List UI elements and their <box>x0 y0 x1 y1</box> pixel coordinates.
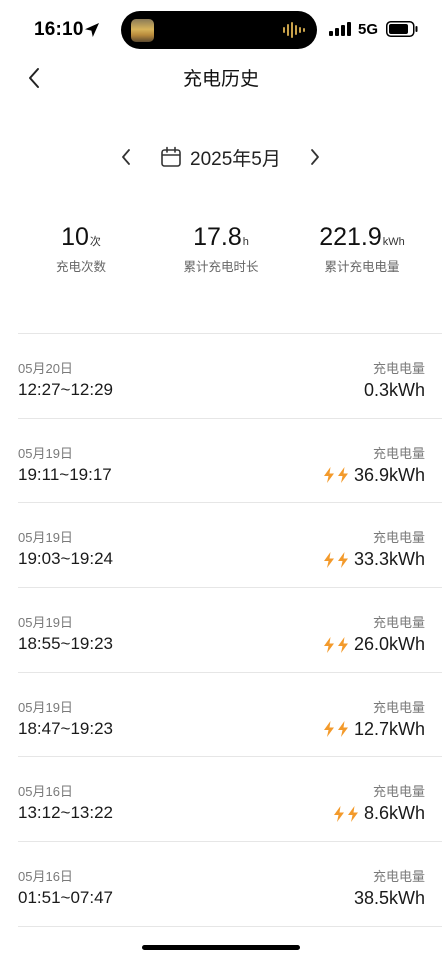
record-time-range: 19:11~19:17 <box>18 464 112 484</box>
network-type: 5G <box>358 21 379 38</box>
record-time-range: 18:47~19:23 <box>18 718 114 738</box>
stat-label: 累计充电电量 <box>324 260 400 274</box>
record-energy-value: 8.6kWh <box>363 803 425 824</box>
record-time-range: 13:12~13:22 <box>18 803 114 823</box>
fast-charge-indicator <box>323 636 349 653</box>
lightning-bolt-icon <box>337 721 348 738</box>
stat-charge-duration: 17.8h 累计充电时长 <box>151 222 291 275</box>
lightning-bolt-icon <box>337 551 348 568</box>
location-arrow-icon <box>85 23 99 37</box>
record-energy: 8.6kWh <box>333 803 425 824</box>
lightning-bolt-icon <box>347 805 358 822</box>
record-energy-value: 26.0kWh <box>353 634 425 655</box>
record-date: 05月19日 <box>18 445 73 461</box>
stat-unit: kWh <box>382 236 405 248</box>
audio-waveform-icon <box>283 22 305 38</box>
stat-value: 17.8 <box>193 223 242 251</box>
lightning-bolt-icon <box>333 805 344 822</box>
fast-charge-indicator <box>323 551 349 568</box>
charging-record-list: 05月20日 12:27~12:29 充电电量 0.3kWh 05月19日 19:11~1… <box>18 333 442 927</box>
record-energy-label: 充电电量 <box>372 784 425 800</box>
record-time-range: 12:27~12:29 <box>18 380 114 399</box>
lightning-bolt-icon <box>323 636 334 653</box>
charging-record-row[interactable]: 05月20日 12:27~12:29 充电电量 0.3kWh <box>18 333 442 418</box>
charging-record-row[interactable]: 05月19日 18:47~19:23 充电电量 12.7kWh <box>18 671 442 757</box>
stat-charge-energy: 221.9kWh 累计充电电量 <box>292 222 432 275</box>
record-time-range: 18:55~19:23 <box>18 634 114 654</box>
record-date: 05月20日 <box>18 361 73 376</box>
list-divider <box>18 925 442 927</box>
battery-icon <box>386 21 418 37</box>
next-month-button[interactable] <box>302 143 328 171</box>
record-energy-value: 12.7kWh <box>353 718 425 739</box>
chevron-left-icon <box>122 149 130 165</box>
summary-stats: 10次 充电次数 17.8h 累计充电时长 221.9kWh 累计充电电量 <box>0 222 442 282</box>
record-energy-label: 充电电量 <box>372 445 425 461</box>
charging-record-row[interactable]: 05月16日 01:51~07:47 充电电量 38.5kWh <box>18 841 442 926</box>
record-energy: 26.0kWh <box>323 634 425 655</box>
record-time-range: 01:51~07:47 <box>18 888 114 908</box>
fast-charge-indicator <box>323 467 349 484</box>
record-energy: 33.3kWh <box>323 549 425 570</box>
record-energy-label: 充电电量 <box>372 361 425 376</box>
stat-label: 累计充电时长 <box>183 260 259 274</box>
record-date: 05月16日 <box>18 784 73 800</box>
record-energy-label: 充电电量 <box>372 699 425 715</box>
dynamic-island[interactable] <box>121 11 317 49</box>
record-energy-value: 0.3kWh <box>363 380 425 400</box>
record-date: 05月19日 <box>18 615 73 631</box>
stat-value: 221.9 <box>319 223 382 251</box>
calendar-icon <box>161 146 181 167</box>
stat-label: 充电次数 <box>55 260 106 274</box>
record-energy-value: 38.5kWh <box>353 888 425 909</box>
record-time-range: 19:03~19:24 <box>18 549 114 569</box>
charging-record-row[interactable]: 05月19日 19:03~19:24 充电电量 33.3kWh <box>18 502 442 587</box>
stat-unit: 次 <box>89 236 101 248</box>
lightning-bolt-icon <box>337 467 348 484</box>
fast-charge-indicator <box>323 721 349 738</box>
month-picker[interactable]: 2025年5月 <box>160 143 281 171</box>
charging-record-row[interactable]: 05月16日 13:12~13:22 充电电量 8.6kWh <box>18 756 442 841</box>
page-title: 充电历史 <box>182 69 259 90</box>
record-energy-label: 充电电量 <box>372 530 425 546</box>
prev-month-button[interactable] <box>113 143 139 171</box>
chevron-right-icon <box>311 149 319 165</box>
lightning-bolt-icon <box>323 551 334 568</box>
record-date: 05月19日 <box>18 699 73 715</box>
charging-record-row[interactable]: 05月19日 19:11~19:17 充电电量 36.9kWh <box>18 417 442 503</box>
record-energy: 38.5kWh <box>354 888 425 909</box>
record-energy: 0.3kWh <box>364 380 425 401</box>
record-energy: 12.7kWh <box>323 719 425 740</box>
now-playing-artwork <box>131 19 154 42</box>
lightning-bolt-icon <box>323 721 334 738</box>
stat-charge-count: 10次 充电次数 <box>11 222 151 275</box>
cellular-signal-icon <box>329 22 351 36</box>
record-date: 05月19日 <box>18 530 73 546</box>
record-energy-label: 充电电量 <box>372 615 425 631</box>
status-time: 16:10 <box>34 19 84 40</box>
record-energy-label: 充电电量 <box>372 869 425 885</box>
record-energy-value: 33.3kWh <box>353 549 425 570</box>
lightning-bolt-icon <box>337 636 348 653</box>
lightning-bolt-icon <box>323 467 334 484</box>
fast-charge-indicator <box>333 805 359 822</box>
stat-value: 10 <box>61 223 89 251</box>
stat-unit: h <box>242 236 249 248</box>
record-energy-value: 36.9kWh <box>353 464 425 485</box>
charging-record-row[interactable]: 05月19日 18:55~19:23 充电电量 26.0kWh <box>18 587 442 672</box>
status-bar: 16:10 5G <box>0 0 442 60</box>
home-indicator[interactable] <box>142 945 300 950</box>
record-date: 05月16日 <box>18 869 73 885</box>
record-energy: 36.9kWh <box>323 465 425 486</box>
month-label: 2025年5月 <box>190 148 281 170</box>
